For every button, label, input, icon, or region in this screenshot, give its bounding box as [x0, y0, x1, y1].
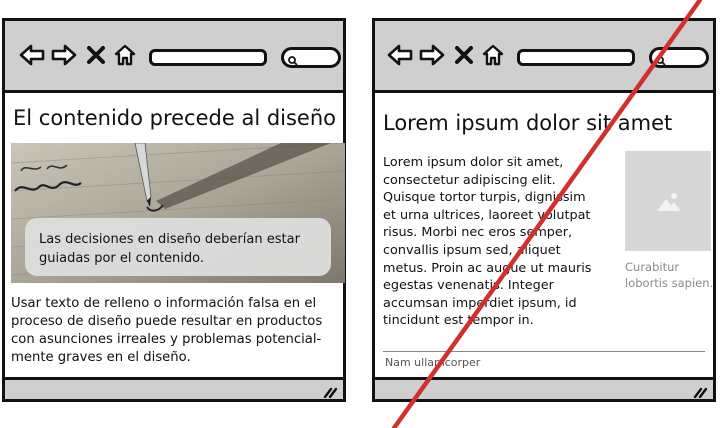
- footer-text: Nam ullamcorper: [385, 356, 481, 369]
- browser-window-left: El contenido precede al diseño Las decis…: [2, 18, 346, 402]
- home-icon[interactable]: [113, 43, 137, 67]
- search-icon: [655, 52, 667, 66]
- image-caption: Curabitur lobortis sapien.: [625, 259, 717, 291]
- url-input[interactable]: [517, 49, 635, 66]
- back-arrow-icon[interactable]: [387, 43, 413, 67]
- body-line: egestas venenatis. Integer: [383, 278, 554, 294]
- image-placeholder-icon: [655, 189, 683, 213]
- close-icon[interactable]: [85, 43, 107, 67]
- browser-window-right: Lorem ipsum dolor sit amet Lorem ipsum d…: [372, 18, 716, 402]
- body-line: con asunciones irreales y problemas pote…: [11, 332, 322, 347]
- caption-line: lobortis sapien.: [625, 276, 714, 290]
- body-line: proceso de diseño puede resultar en prod…: [11, 314, 323, 329]
- body-text: Usar texto de relleno o información fals…: [11, 295, 345, 367]
- back-arrow-icon[interactable]: [19, 43, 45, 67]
- body-line: Usar texto de relleno o información fals…: [11, 296, 317, 311]
- page-title: El contenido precede al diseño: [13, 106, 337, 130]
- home-icon[interactable]: [481, 43, 505, 67]
- body-line: accumsan imperdiet ipsum, id: [383, 295, 577, 311]
- close-icon[interactable]: [453, 43, 475, 67]
- body-line: risus. Morbi nec eros semper,: [383, 225, 573, 241]
- forward-arrow-icon[interactable]: [51, 43, 77, 67]
- hero-callout: Las decisiones en diseño deberían estar …: [25, 218, 331, 276]
- browser-toolbar: [375, 21, 713, 93]
- forward-arrow-icon[interactable]: [419, 43, 445, 67]
- body-line: tincidunt est tempor in.: [383, 313, 534, 329]
- body-line: consectetur adipiscing elit.: [383, 172, 556, 188]
- image-placeholder: [625, 151, 711, 251]
- caption-line: Curabitur: [625, 260, 680, 274]
- search-icon: [287, 52, 299, 66]
- resize-grip-icon[interactable]: [693, 383, 708, 399]
- url-input[interactable]: [149, 49, 267, 66]
- body-line: convallis ipsum sed, aliquet: [383, 242, 561, 258]
- divider: [383, 351, 705, 352]
- page-title: Lorem ipsum dolor sit amet: [383, 111, 673, 135]
- hero-image: Las decisiones en diseño deberían estar …: [11, 143, 345, 283]
- search-input[interactable]: [281, 47, 341, 68]
- body-line: et urna ultrices, laoreet volutpat: [383, 207, 591, 223]
- body-text: Lorem ipsum dolor sit amet, consectetur …: [383, 154, 619, 330]
- body-line: Lorem ipsum dolor sit amet,: [383, 155, 564, 170]
- browser-toolbar: [5, 21, 343, 93]
- body-line: metus. Proin ac augue ut mauris: [383, 260, 592, 276]
- status-bar: [375, 377, 713, 399]
- body-line: mente graves en el diseño.: [11, 350, 191, 365]
- search-input[interactable]: [649, 47, 709, 68]
- resize-grip-icon[interactable]: [323, 383, 338, 399]
- body-line: Quisque tortor turpis, dignissim: [383, 190, 586, 206]
- status-bar: [5, 377, 343, 399]
